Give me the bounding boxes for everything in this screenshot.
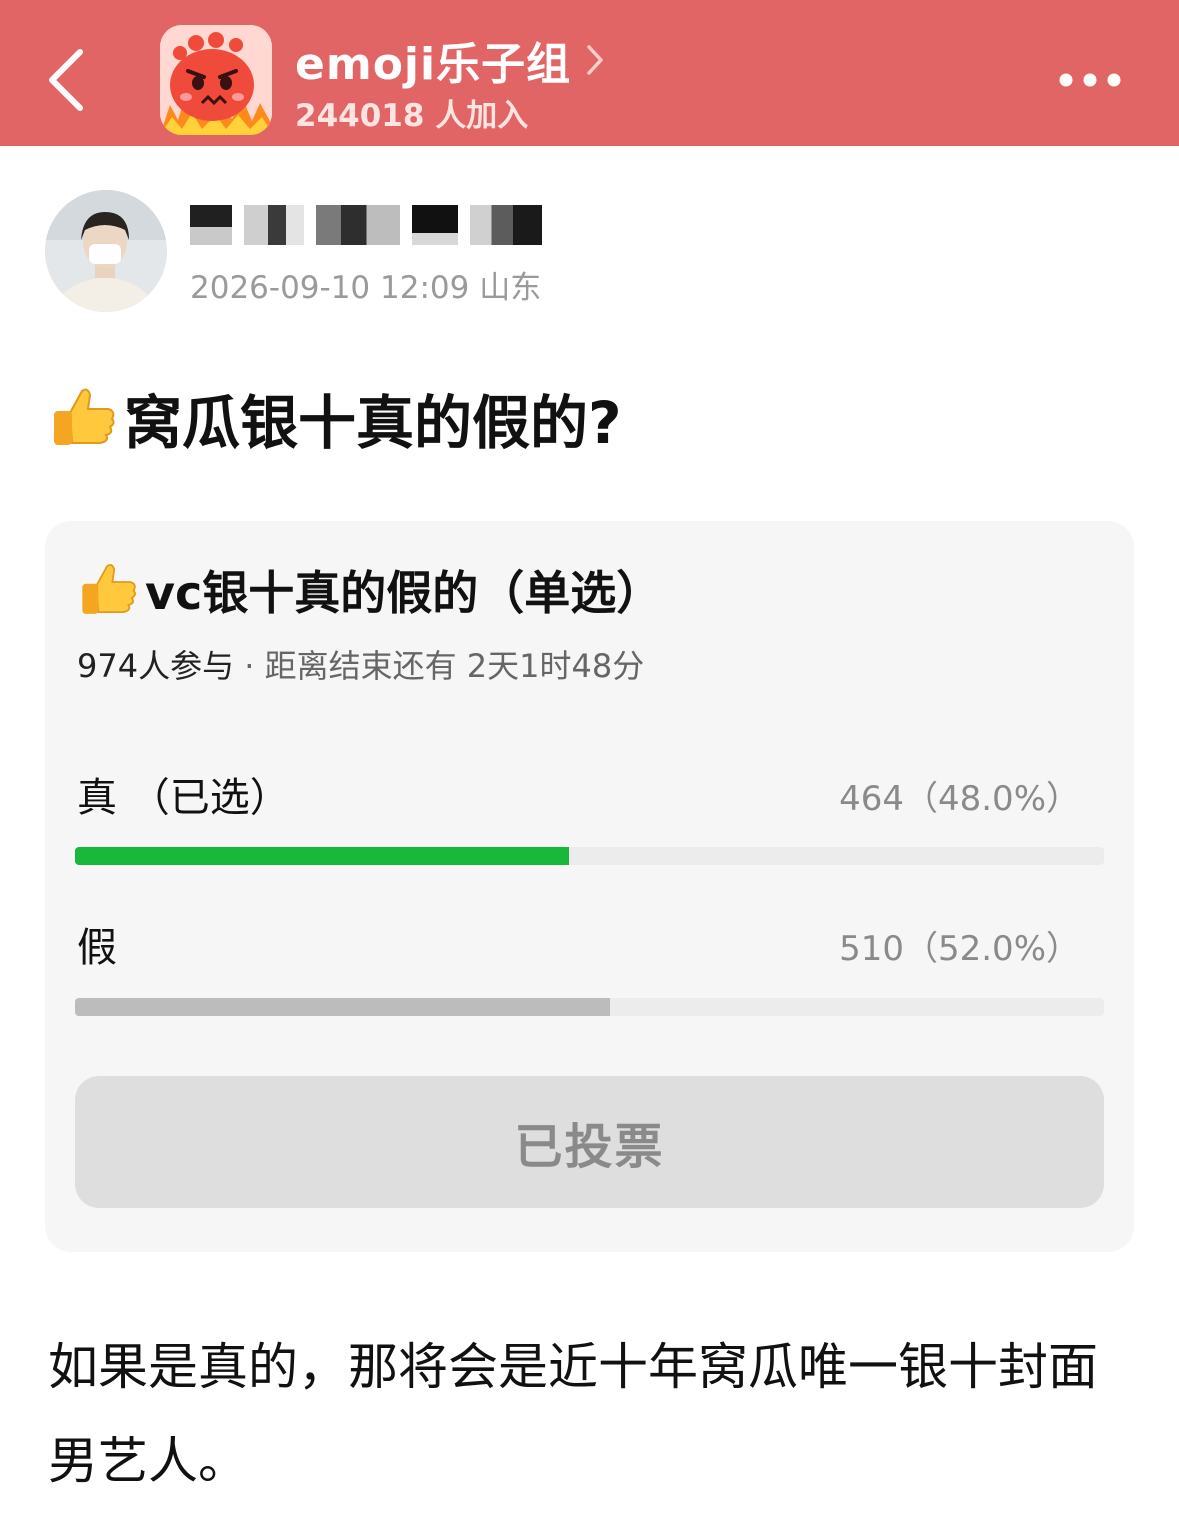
- author-name-redacted[interactable]: [190, 205, 542, 249]
- redacted-block: [470, 205, 542, 245]
- redacted-block: [190, 205, 232, 245]
- more-dots-icon: [1059, 73, 1121, 87]
- poll-title-text: vc银十真的假的（单选）: [145, 566, 663, 620]
- poll-option-bar-fill: [75, 998, 611, 1016]
- poll-option-result: 510（52.0%）: [839, 929, 1080, 969]
- poll-option-label: 假: [77, 925, 117, 971]
- poll-option-label: 真 （已选）: [77, 775, 290, 821]
- group-avatar[interactable]: [160, 25, 272, 135]
- group-name-link[interactable]: emoji乐子组: [295, 28, 605, 92]
- author-avatar[interactable]: [45, 190, 167, 312]
- thumbs-up-icon: [82, 564, 136, 614]
- poll-status: 974人参与 · 距离结束还有 2天1时48分: [77, 641, 644, 687]
- redacted-block: [412, 205, 458, 245]
- member-count: 244018 人加入: [295, 98, 529, 134]
- thumbs-up-icon: [54, 388, 115, 445]
- post-title-text: 窝瓜银十真的假的?: [124, 389, 622, 457]
- voted-button[interactable]: 已投票: [75, 1076, 1104, 1208]
- more-button[interactable]: [1052, 62, 1128, 98]
- poll-option-bar-track: [75, 998, 1104, 1016]
- person-avatar-icon: [45, 190, 167, 312]
- poll-option-result: 464（48.0%）: [839, 779, 1080, 819]
- post-time-location: 2026-09-10 12:09 山东: [190, 270, 542, 306]
- poll-option-bar-track: [75, 847, 1104, 865]
- redacted-block: [316, 205, 400, 245]
- post-title: 窝瓜银十真的假的?: [48, 376, 622, 460]
- poll-card: vc银十真的假的（单选） 974人参与 · 距离结束还有 2天1时48分 真 （…: [45, 521, 1134, 1252]
- chevron-right-icon: [587, 45, 603, 75]
- redacted-block: [244, 205, 304, 245]
- post-body: 如果是真的，那将会是近十年窝瓜唯一银十封面男艺人。: [48, 1338, 1098, 1490]
- poll-option-bar-fill: [75, 847, 569, 865]
- group-name: emoji乐子组: [295, 39, 572, 90]
- top-bar: emoji乐子组 244018 人加入: [0, 0, 1179, 146]
- chevron-left-icon: [49, 49, 83, 111]
- poll-title: vc银十真的假的（单选）: [77, 557, 662, 623]
- back-button[interactable]: [40, 40, 100, 120]
- time-remaining: 距离结束还有 2天1时48分: [264, 647, 645, 685]
- angry-monster-icon: [160, 25, 272, 135]
- separator: ·: [234, 647, 265, 685]
- participant-count: 974人参与: [77, 647, 235, 685]
